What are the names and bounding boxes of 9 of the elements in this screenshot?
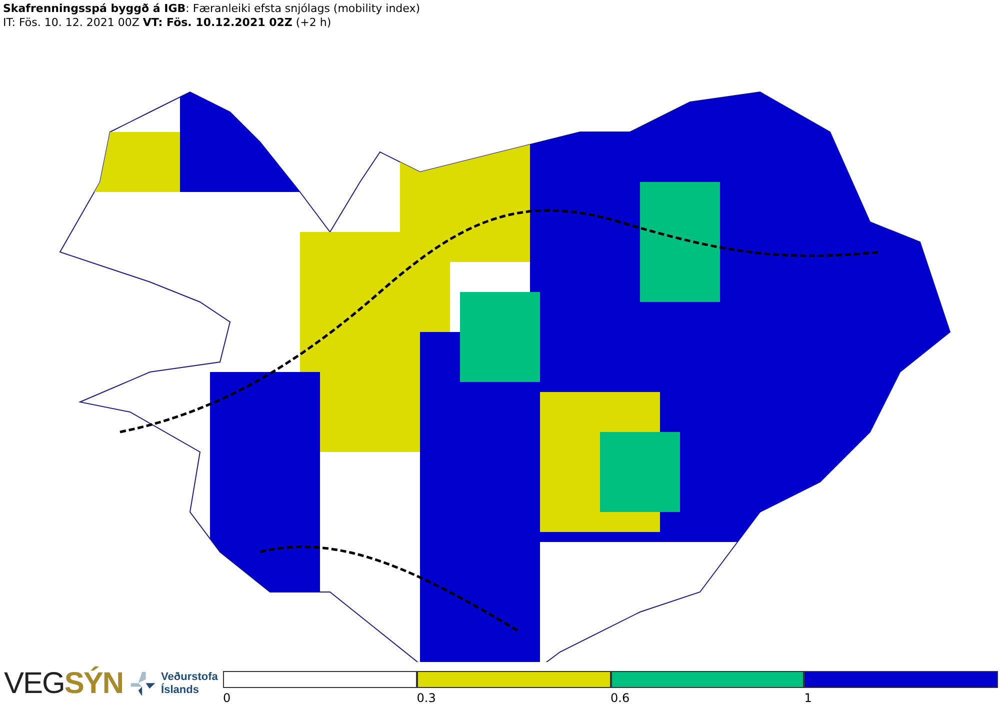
agency-logo-text: Veðurstofa Íslands bbox=[161, 671, 219, 697]
vegsyn-logo: VEGSÝN bbox=[4, 668, 124, 700]
arrows-logo-icon bbox=[129, 670, 158, 698]
legend-label: 1 bbox=[804, 691, 812, 705]
legend-label: 0.6 bbox=[610, 691, 630, 705]
legend-label: 0 bbox=[223, 691, 231, 705]
map-title: Skafrenningsspá byggð á IGB: Færanleiki efsta snjólags (mobility index) bbox=[3, 2, 420, 16]
forecast-time: IT: Fös. 10. 12. 2021 00Z VT: Fös. 10.12.2021 02Z (+2 h) bbox=[3, 16, 332, 30]
legend-label: 0.3 bbox=[416, 691, 436, 705]
